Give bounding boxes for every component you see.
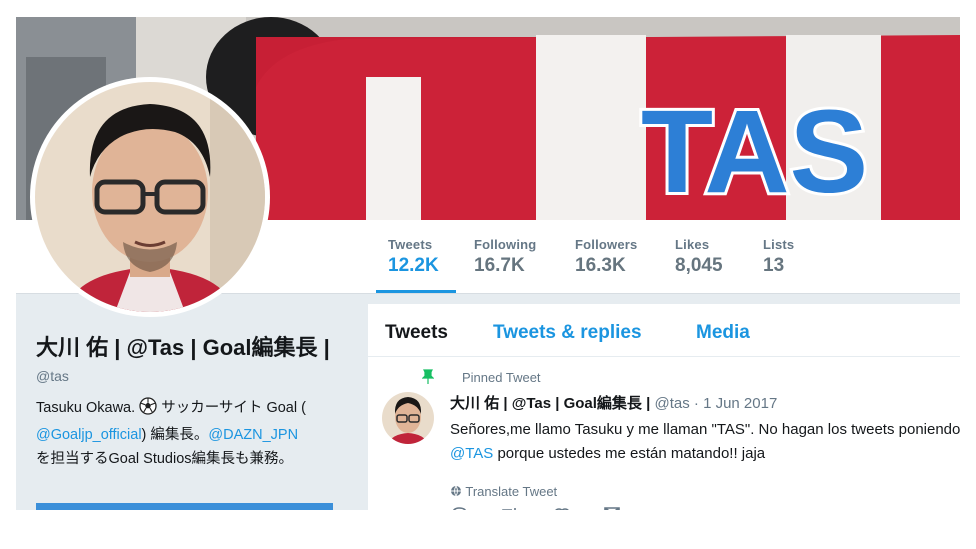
stat-tweets[interactable]: Tweets 12.2K bbox=[388, 237, 439, 277]
profile-card: 大川 佑 | @Tas | Goal編集長 | @tas Tasuku Okaw… bbox=[36, 332, 356, 471]
tweet-text-line: Señores,me llamo Tasuku y me llaman "TAS… bbox=[450, 421, 960, 438]
bio-text: を担当するGoal Studios編集長も兼務。 bbox=[36, 451, 294, 467]
reply-icon[interactable] bbox=[450, 505, 468, 510]
tweet-mention[interactable]: @TAS bbox=[450, 445, 493, 462]
tweet-text-line: porque ustedes me están matando!! jaja bbox=[493, 445, 766, 462]
tweet-author-name[interactable]: 大川 佑 | @Tas | Goal編集長 | bbox=[450, 395, 650, 412]
bio-text: ) 編集長。 bbox=[141, 427, 209, 443]
pin-icon bbox=[421, 369, 435, 389]
stat-lists[interactable]: Lists 13 bbox=[763, 237, 794, 277]
profile-avatar[interactable] bbox=[30, 77, 270, 317]
tweet-header: 大川 佑 | @Tas | Goal編集長 | @tas · 1 Jun 201… bbox=[450, 392, 777, 413]
stat-label: Followers bbox=[575, 237, 638, 252]
stat-following[interactable]: Following 16.7K bbox=[474, 237, 536, 277]
stat-label: Following bbox=[474, 237, 537, 252]
profile-bio: Tasuku Okawa. サッカーサイト Goal ( @Goaljp_off… bbox=[36, 396, 356, 471]
tweet-separator: · bbox=[689, 395, 704, 412]
profile-handle[interactable]: @tas bbox=[36, 368, 356, 384]
tweet-author-handle[interactable]: @tas bbox=[654, 395, 689, 412]
stat-label: Tweets bbox=[388, 237, 433, 252]
tab-tweets-replies[interactable]: Tweets & replies bbox=[493, 322, 642, 344]
timeline: Tweets Tweets & replies Media Pinned Twe… bbox=[368, 304, 960, 510]
bio-text: Tasuku Okawa. bbox=[36, 400, 140, 416]
stat-value: 16.3K bbox=[575, 255, 626, 276]
stat-value: 13 bbox=[763, 255, 785, 276]
active-stat-indicator bbox=[376, 290, 456, 293]
tweet-author-avatar[interactable] bbox=[382, 392, 434, 444]
tab-tweets[interactable]: Tweets bbox=[385, 322, 448, 344]
stat-value: 8,045 bbox=[675, 255, 723, 276]
stat-value: 16.7K bbox=[474, 255, 525, 276]
stat-likes[interactable]: Likes 8,045 bbox=[675, 237, 723, 277]
soccer-ball-icon bbox=[139, 397, 157, 423]
globe-icon bbox=[450, 484, 462, 499]
pinned-tweet[interactable]: Pinned Tweet 大川 佑 | @Tas | Goal編集長 | @ta… bbox=[368, 357, 960, 510]
direct-message-icon[interactable] bbox=[603, 505, 621, 510]
stat-label: Likes bbox=[675, 237, 710, 252]
tab-media[interactable]: Media bbox=[696, 322, 750, 344]
tweet-actions bbox=[450, 505, 649, 510]
selection-highlight-bar bbox=[36, 503, 333, 510]
bio-mention-goaljp[interactable]: @Goaljp_official bbox=[36, 427, 142, 443]
pinned-label: Pinned Tweet bbox=[462, 370, 541, 385]
like-icon[interactable] bbox=[553, 505, 571, 510]
profile-name[interactable]: 大川 佑 | @Tas | Goal編集長 | bbox=[36, 332, 356, 364]
tweet-date[interactable]: 1 Jun 2017 bbox=[703, 395, 777, 412]
stat-value: 12.2K bbox=[388, 255, 439, 276]
avatar-photo bbox=[35, 82, 265, 312]
bio-text: サッカーサイト Goal ( bbox=[157, 400, 306, 416]
jersey-letters: TAS bbox=[641, 86, 868, 218]
bio-mention-dazn[interactable]: @DAZN_JPN bbox=[208, 427, 298, 443]
tweet-text: Señores,me llamo Tasuku y me llaman "TAS… bbox=[450, 418, 960, 466]
translate-label: Translate Tweet bbox=[465, 484, 558, 499]
retweet-icon[interactable] bbox=[500, 505, 522, 510]
stat-label: Lists bbox=[763, 237, 795, 252]
profile-page: TAS Tweets 12.2K Following 16.7K Followe… bbox=[16, 17, 960, 510]
timeline-tabs: Tweets Tweets & replies Media bbox=[368, 304, 960, 357]
translate-tweet-link[interactable]: Translate Tweet bbox=[450, 484, 557, 499]
stat-followers[interactable]: Followers 16.3K bbox=[575, 237, 637, 277]
